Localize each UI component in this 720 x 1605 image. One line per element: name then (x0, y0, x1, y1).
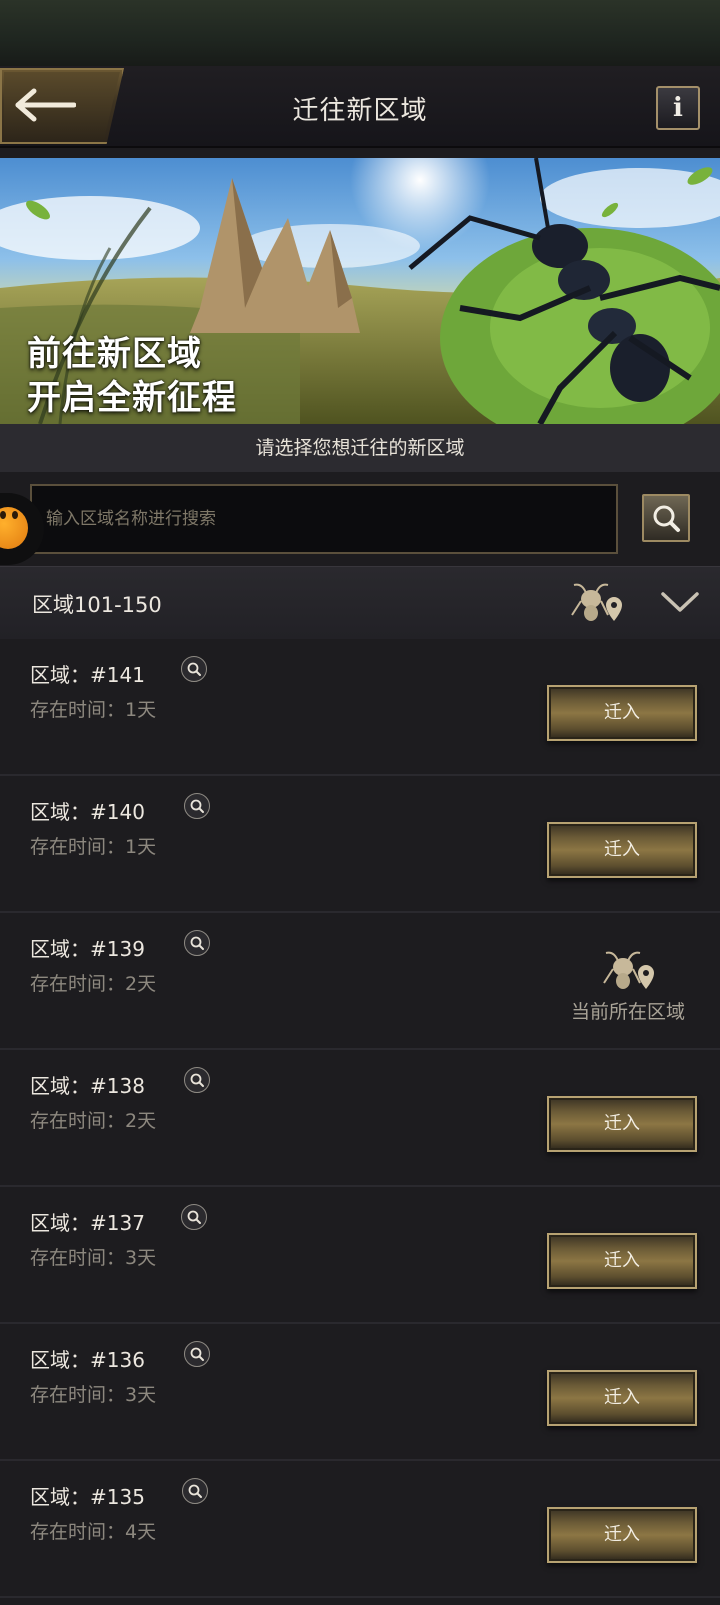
region-age: 存在时间：2天 (30, 973, 157, 995)
migrate-button[interactable]: 迁入 (547, 822, 697, 878)
migrate-button[interactable]: 迁入 (547, 1370, 697, 1426)
region-group-header[interactable]: 区域101-150 (0, 566, 720, 640)
page-title: 迁往新区域 (292, 96, 428, 126)
magnifier-icon (190, 1347, 204, 1361)
region-name: 区域：#139 (30, 937, 145, 961)
region-age: 存在时间：1天 (30, 836, 157, 858)
magnifier-icon (190, 799, 204, 813)
magnifier-icon (188, 1484, 202, 1498)
region-preview-button[interactable] (181, 1204, 207, 1230)
magnifier-icon (187, 662, 201, 676)
region-preview-button[interactable] (184, 930, 210, 956)
region-row: 区域：#138 存在时间：2天 迁入 (0, 1050, 720, 1187)
region-age: 存在时间：1天 (30, 699, 157, 721)
magnifier-icon (190, 1073, 204, 1087)
region-name: 区域：#136 (30, 1348, 145, 1372)
region-preview-button[interactable] (182, 1478, 208, 1504)
migrate-button[interactable]: 迁入 (547, 685, 697, 741)
promo-banner: 前往新区域 开启全新征程 (0, 158, 720, 424)
region-group-label: 区域101-150 (32, 593, 162, 617)
region-name: 区域：#138 (30, 1074, 145, 1098)
search-icon (653, 505, 680, 532)
region-preview-button[interactable] (181, 656, 207, 682)
status-area (0, 0, 720, 66)
region-preview-button[interactable] (184, 1067, 210, 1093)
search-input[interactable]: 输入区域名称进行搜索 (30, 484, 618, 554)
region-row: 区域：#137 存在时间：3天 迁入 (0, 1187, 720, 1324)
region-row: 区域：#140 存在时间：1天 迁入 (0, 776, 720, 913)
region-row: 区域：#141 存在时间：1天 迁入 (0, 639, 720, 776)
region-name: 区域：#141 (30, 663, 145, 687)
region-preview-button[interactable] (184, 1341, 210, 1367)
region-list: 区域：#141 存在时间：1天 迁入 区域：#140 存在时间：1天 迁入 区域… (0, 639, 720, 1598)
region-age: 存在时间：4天 (30, 1521, 157, 1543)
magnifier-icon (190, 936, 204, 950)
region-age: 存在时间：3天 (30, 1247, 157, 1269)
migrate-button[interactable]: 迁入 (547, 1096, 697, 1152)
current-region-label: 当前所在区域 (570, 1001, 685, 1023)
ant-location-icon (571, 583, 622, 621)
chevron-down-icon[interactable] (660, 589, 700, 615)
current-region-indicator: 当前所在区域 (558, 949, 698, 1024)
region-row-current: 区域：#139 存在时间：2天 当前所在区域 (0, 913, 720, 1050)
magnifier-icon (187, 1210, 201, 1224)
region-age: 存在时间：3天 (30, 1384, 157, 1406)
region-name: 区域：#140 (30, 800, 145, 824)
info-button[interactable]: i (656, 86, 700, 130)
region-age: 存在时间：2天 (30, 1110, 157, 1132)
region-name: 区域：#137 (30, 1211, 145, 1235)
migrate-button[interactable]: 迁入 (547, 1233, 697, 1289)
region-row: 区域：#136 存在时间：3天 迁入 (0, 1324, 720, 1461)
instruction-text: 请选择您想迁往的新区域 (0, 424, 720, 472)
region-row: 区域：#135 存在时间：4天 迁入 (0, 1461, 720, 1598)
top-bar: 迁往新区域 i (0, 66, 720, 148)
banner-headline: 前往新区域 (27, 334, 202, 374)
migrate-button[interactable]: 迁入 (547, 1507, 697, 1563)
search-button[interactable] (642, 494, 690, 542)
ant-location-icon (603, 951, 654, 989)
region-name: 区域：#135 (30, 1485, 145, 1509)
banner-subheadline: 开启全新征程 (27, 378, 237, 418)
region-preview-button[interactable] (184, 793, 210, 819)
